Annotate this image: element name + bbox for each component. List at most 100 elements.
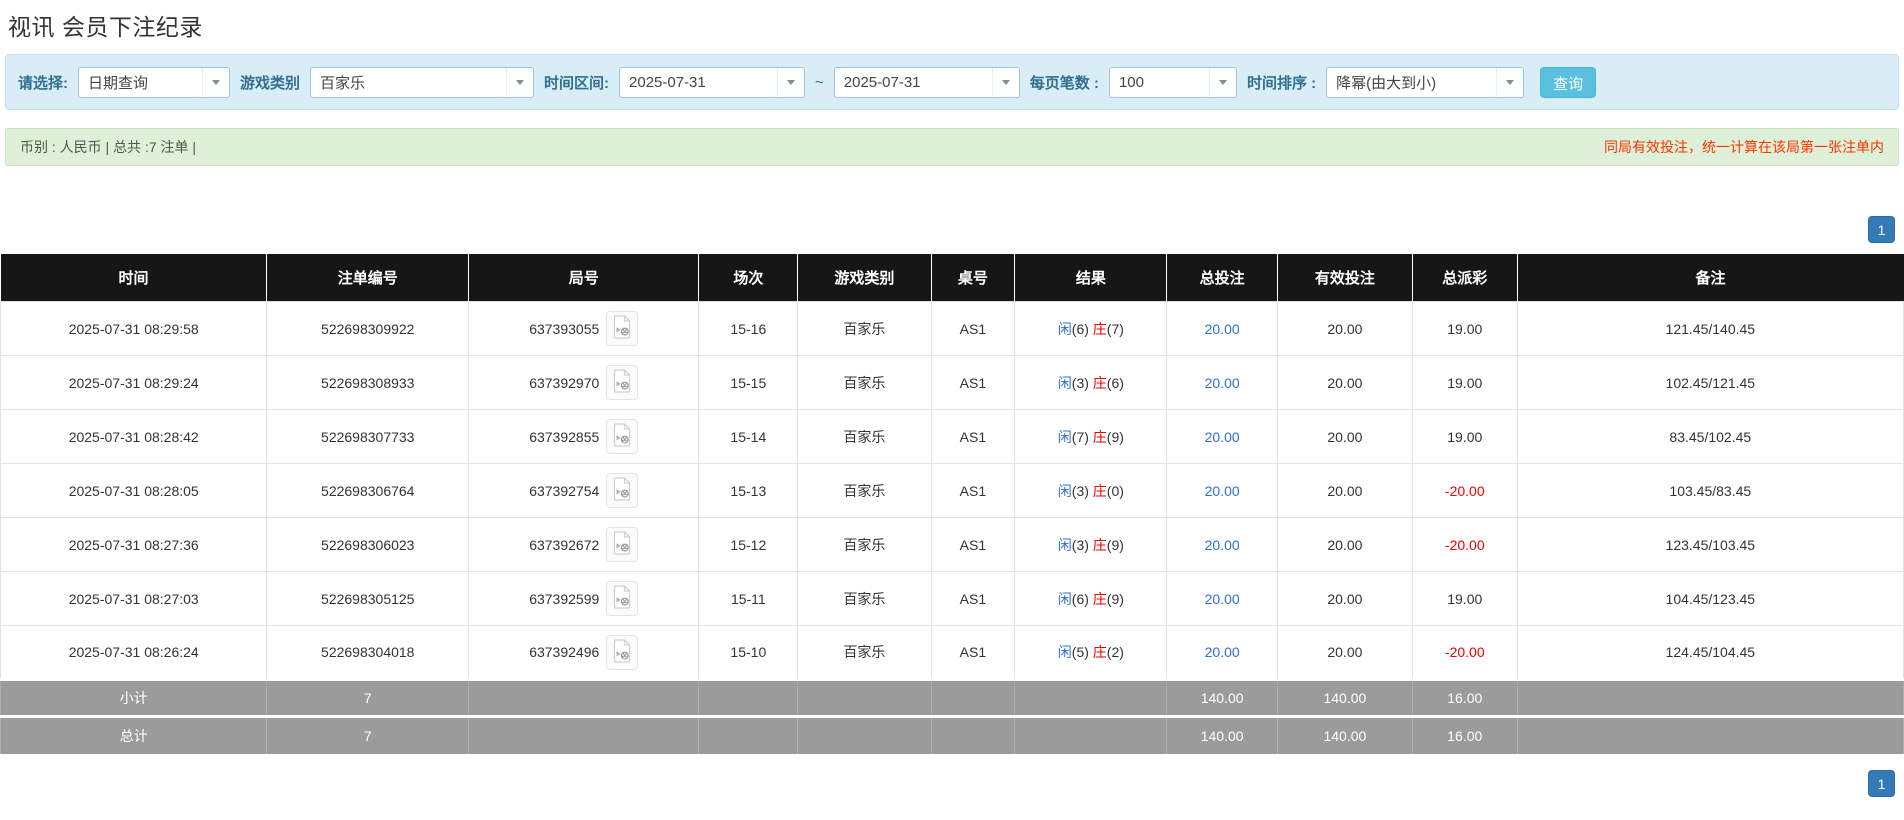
cell-result: 闲(7) 庄(9) [1014, 409, 1168, 464]
game-type-label: 游戏类别 [240, 74, 301, 92]
header-remark: 备注 [1517, 254, 1904, 302]
header-valid-bet: 有效投注 [1277, 254, 1413, 302]
total-bet-link[interactable]: 20.00 [1205, 483, 1240, 499]
cell-valid-bet: 20.00 [1276, 301, 1413, 356]
table-row: 2025-07-31 08:29:24 522698308933 637392970… [0, 355, 1904, 410]
cell-time: 2025-07-31 08:27:03 [0, 571, 268, 626]
total-total-bet: 140.00 [1166, 715, 1278, 754]
time-sort-label: 时间排序 : [1246, 74, 1317, 92]
total-bet-link[interactable]: 20.00 [1205, 644, 1240, 660]
video-replay-button[interactable] [606, 634, 639, 670]
cell-payout: -20.00 [1411, 625, 1518, 680]
cell-game-type: 百家乐 [797, 463, 932, 518]
cell-valid-bet: 20.00 [1276, 355, 1413, 410]
subtotal-count: 7 [266, 678, 470, 717]
cell-result: 闲(6) 庄(9) [1014, 571, 1168, 626]
result-banker-label: 庄 [1092, 536, 1107, 553]
round-id-text: 637392855 [529, 428, 600, 445]
cell-game-type: 百家乐 [797, 517, 932, 572]
total-bet-link[interactable]: 20.00 [1205, 429, 1240, 445]
page-1-button[interactable]: 1 [1868, 769, 1895, 797]
result-banker-label: 庄 [1092, 428, 1107, 445]
video-replay-button[interactable] [606, 473, 639, 508]
cell-total-bet: 20.00 [1166, 355, 1278, 410]
page: 视讯 会员下注纪录 请选择: 日期查询 游戏类别 百家乐 时间区间: 2025-… [0, 8, 1904, 797]
chevron-down-icon[interactable] [1496, 67, 1524, 97]
table-row: 2025-07-31 08:27:36 522698306023 637392672… [0, 517, 1904, 572]
chevron-down-icon[interactable] [1208, 67, 1236, 97]
result-player-score: (6) [1071, 590, 1089, 607]
time-sort-select[interactable]: 降幂(由大到小) [1326, 66, 1525, 98]
cell-result: 闲(3) 庄(6) [1014, 355, 1168, 410]
round-id-text: 637392599 [529, 590, 600, 607]
video-replay-button[interactable] [606, 527, 639, 562]
round-id-text: 637392496 [529, 644, 600, 660]
total-bet-link[interactable]: 20.00 [1205, 537, 1240, 553]
page-size-select[interactable]: 100 [1108, 66, 1237, 98]
video-replay-button[interactable] [606, 365, 639, 400]
cell-result: 闲(3) 庄(0) [1014, 463, 1168, 518]
round-wrap: 637392672 [473, 527, 694, 562]
chevron-down-icon[interactable] [202, 67, 229, 97]
result-player-label: 闲 [1057, 428, 1072, 445]
round-wrap: 637392599 [473, 581, 694, 616]
date-range-label: 时间区间: [544, 74, 610, 92]
valid-bet-notice: 同局有效投注，统一计算在该局第一张注单内 [1604, 139, 1884, 155]
date-range-separator: ~ [815, 73, 824, 91]
page-size-value: 100 [1118, 73, 1144, 91]
payout-value: -20.00 [1444, 644, 1485, 660]
cell-time: 2025-07-31 08:26:24 [0, 625, 268, 680]
date-from-select[interactable]: 2025-07-31 [619, 66, 806, 98]
cell-game-type: 百家乐 [797, 301, 932, 356]
cell-game-type: 百家乐 [797, 571, 932, 626]
cell-payout: 19.00 [1411, 409, 1518, 464]
cell-session: 15-12 [698, 517, 799, 572]
result-player-score: (3) [1071, 482, 1089, 499]
video-file-icon [612, 423, 632, 450]
total-bet-link[interactable]: 20.00 [1205, 375, 1240, 391]
search-button[interactable]: 查询 [1540, 66, 1597, 98]
cell-game-type: 百家乐 [797, 409, 932, 464]
total-bet-link[interactable]: 20.00 [1205, 321, 1240, 337]
table-row: 2025-07-31 08:29:58 522698309922 637393055… [0, 301, 1904, 356]
cell-total-bet: 20.00 [1166, 463, 1278, 518]
date-to-select[interactable]: 2025-07-31 [833, 66, 1020, 98]
result-player-label: 闲 [1057, 590, 1072, 607]
table-row: 2025-07-31 08:28:42 522698307733 637392855… [0, 409, 1904, 464]
table-row: 2025-07-31 08:26:24 522698304018 637392496… [0, 625, 1904, 680]
video-file-icon [612, 369, 632, 396]
video-replay-button[interactable] [606, 581, 639, 616]
cell-table-no: AS1 [930, 463, 1016, 518]
result-banker-score: (9) [1106, 590, 1124, 607]
result-banker-score: (2) [1106, 644, 1124, 660]
chevron-down-icon[interactable] [506, 67, 534, 97]
cell-remark: 124.45/104.45 [1516, 625, 1904, 680]
result-banker-label: 庄 [1092, 644, 1107, 660]
total-count: 7 [266, 715, 470, 754]
cell-valid-bet: 20.00 [1276, 571, 1413, 626]
page-1-button[interactable]: 1 [1868, 216, 1895, 243]
cell-remark: 104.45/123.45 [1516, 571, 1904, 626]
cell-remark: 103.45/83.45 [1516, 463, 1904, 518]
query-mode-select[interactable]: 日期查询 [78, 66, 230, 98]
total-bet-link[interactable]: 20.00 [1205, 591, 1240, 607]
chevron-down-icon[interactable] [991, 67, 1019, 97]
result-banker-label: 庄 [1092, 482, 1107, 499]
game-type-select[interactable]: 百家乐 [310, 66, 535, 98]
cell-bet-id: 522698309922 [266, 301, 470, 356]
payout-value: -20.00 [1444, 482, 1485, 499]
round-wrap: 637392754 [473, 473, 694, 508]
video-replay-button[interactable] [606, 311, 639, 346]
result-banker-label: 庄 [1092, 590, 1107, 607]
cell-round-id: 637392855 [468, 409, 700, 464]
chevron-down-icon[interactable] [777, 67, 805, 97]
cell-time: 2025-07-31 08:29:24 [0, 355, 268, 410]
cell-table-no: AS1 [930, 571, 1016, 626]
cell-session: 15-10 [698, 625, 799, 680]
result-banker-score: (9) [1106, 428, 1124, 445]
cell-total-bet: 20.00 [1166, 571, 1278, 626]
video-replay-button[interactable] [606, 419, 639, 454]
cell-time: 2025-07-31 08:27:36 [0, 517, 268, 572]
grand-total-row: 总计 7 140.00 140.00 16.00 [0, 715, 1904, 754]
result-player-label: 闲 [1057, 320, 1072, 337]
